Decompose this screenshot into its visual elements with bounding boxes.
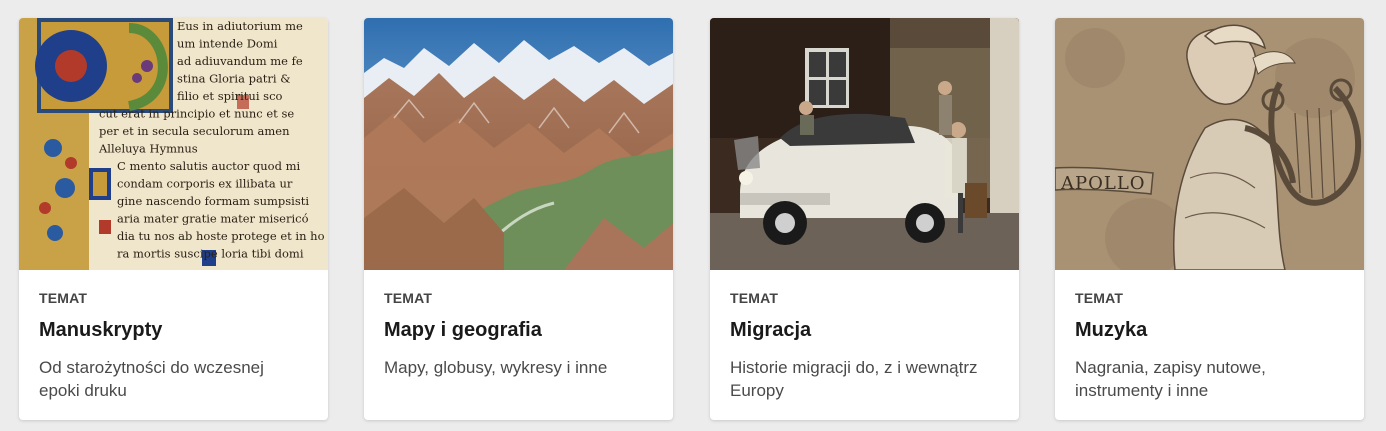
card-title[interactable]: Muzyka	[1075, 318, 1344, 342]
card-mapy-i-geografia[interactable]: TEMAT Mapy i geografia Mapy, globusy, wy…	[364, 18, 673, 420]
manuscript-line: stina Gloria patri &	[177, 72, 291, 86]
alpine-panorama-map-image[interactable]	[364, 18, 673, 270]
card-label: TEMAT	[384, 290, 433, 306]
card-description: Historie migracji do, z i wewnątrz Europ…	[730, 358, 978, 400]
manuscript-line: um intende Domi	[177, 37, 278, 51]
manuscript-line: gine nascendo formam sumpsisti	[117, 194, 309, 208]
manuscript-line: Alleluya Hymnus	[98, 142, 198, 156]
theme-cards-row: Eus in adiutorium me um intende Domi ad ad…	[0, 0, 1386, 431]
illuminated-manuscript-image[interactable]: Eus in adiutorium me um intende Domi ad ad…	[19, 18, 328, 270]
manuscript-line: per et in secula seculorum amen	[99, 124, 290, 138]
vintage-family-car-photo[interactable]	[710, 18, 1019, 270]
card-title[interactable]: Manuskrypty	[39, 318, 308, 342]
card-label: TEMAT	[730, 290, 779, 306]
manuscript-line: ad adiuvandum me fe	[177, 54, 303, 68]
apollo-lyre-drawing[interactable]: APOLLO	[1055, 18, 1364, 270]
card-muzyka[interactable]: APOLLO TEMAT Muzyka Nagrania, zapisy nut…	[1055, 18, 1364, 420]
card-description: Mapy, globusy, wykresy i inne	[384, 358, 608, 377]
card-label: TEMAT	[1075, 290, 1124, 306]
manuscript-line: aria mater gratie mater misericó	[117, 212, 309, 226]
manuscript-line: condam corporis ex illibata ur	[117, 177, 293, 191]
card-title[interactable]: Migracja	[730, 318, 999, 342]
manuscript-line: filio et spiritui sco	[177, 89, 283, 103]
card-title[interactable]: Mapy i geografia	[384, 318, 653, 342]
card-migracja[interactable]: TEMAT Migracja Historie migracji do, z i…	[710, 18, 1019, 420]
card-description: Od starożytności do wczesnej epoki druku	[39, 358, 264, 400]
manuscript-line: Eus in adiutorium me	[177, 19, 303, 33]
card-label: TEMAT	[39, 290, 88, 306]
card-description: Nagrania, zapisy nutowe, instrumenty i i…	[1075, 358, 1266, 400]
apollo-inscription: APOLLO	[1060, 173, 1146, 194]
manuscript-line: dia tu nos ab hoste protege et in ho	[117, 229, 325, 243]
card-manuskrypty[interactable]: Eus in adiutorium me um intende Domi ad ad…	[19, 18, 328, 420]
manuscript-line: ra mortis suscipe loria tibi domi	[117, 247, 304, 261]
manuscript-line: cut erat in principio et nunc et se	[99, 107, 294, 121]
manuscript-line: C mento salutis auctor quod mi	[117, 159, 300, 173]
